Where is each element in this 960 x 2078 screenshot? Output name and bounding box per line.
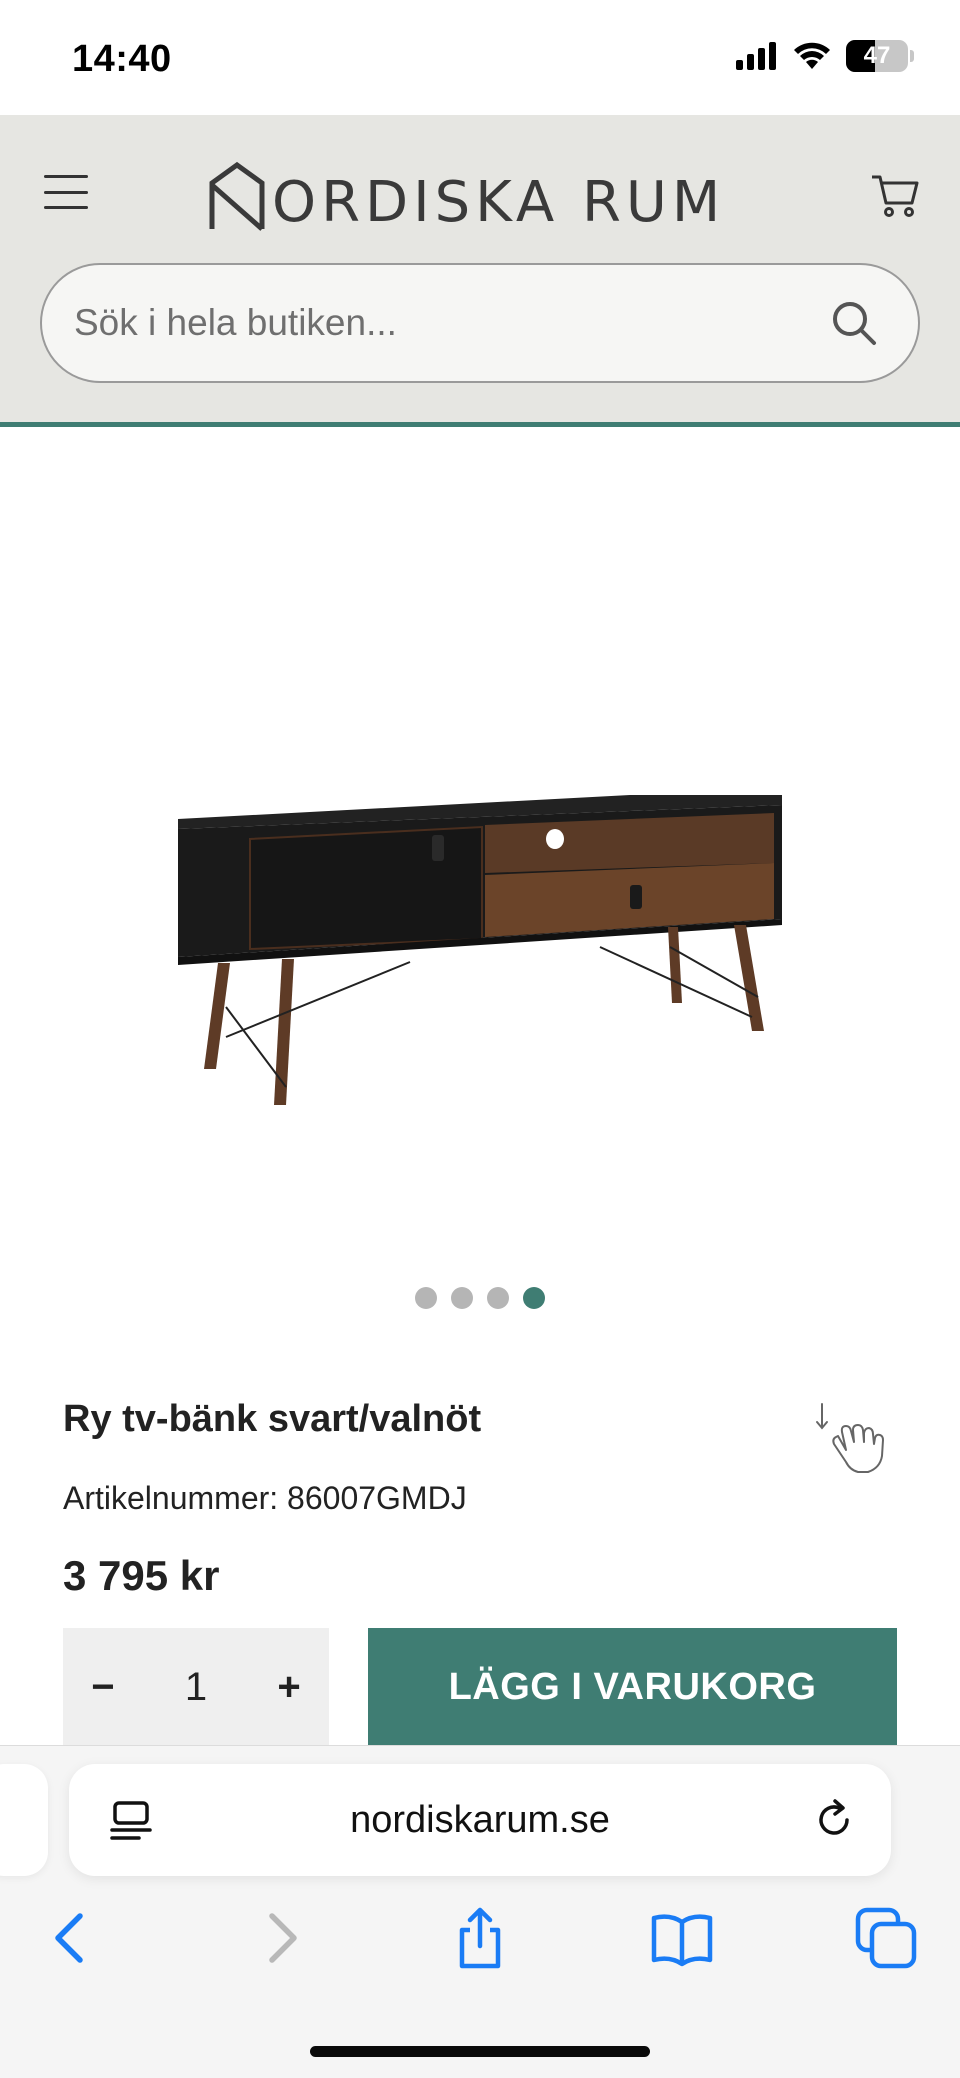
browser-toolbar — [0, 1906, 960, 2006]
logo-house-n-icon — [209, 161, 265, 231]
sku-row: Artikelnummer: 86007GMDJ — [63, 1480, 467, 1517]
gallery-dot-2[interactable] — [451, 1287, 473, 1309]
forward-icon[interactable] — [248, 1906, 312, 1970]
search-input[interactable] — [74, 302, 814, 344]
status-icons: 47 — [736, 40, 914, 72]
reader-icon[interactable] — [109, 1800, 153, 1842]
url-text: nordiskarum.se — [350, 1798, 610, 1841]
quantity-stepper: − + — [63, 1628, 329, 1746]
gallery-dot-1[interactable] — [415, 1287, 437, 1309]
bookmarks-icon[interactable] — [650, 1906, 714, 1970]
sku-label: Artikelnummer: — [63, 1480, 279, 1516]
signal-icon — [736, 42, 776, 70]
gallery-dot-4[interactable] — [523, 1287, 545, 1309]
sku-value: 86007GMDJ — [287, 1480, 467, 1516]
previous-tab-preview[interactable] — [0, 1764, 48, 1876]
site-header: ORDISKA RUM — [0, 115, 960, 427]
logo-text: ORDISKA RUM — [272, 170, 726, 235]
status-bar: 14:40 47 — [0, 0, 960, 115]
gallery-dot-3[interactable] — [487, 1287, 509, 1309]
address-bar[interactable]: nordiskarum.se — [69, 1764, 891, 1876]
tabs-icon[interactable] — [854, 1906, 918, 1970]
quantity-increase-button[interactable]: + — [269, 1665, 309, 1710]
back-icon[interactable] — [40, 1906, 104, 1970]
hand-swipe-icon — [816, 1403, 884, 1473]
product-title: Ry tv-bänk svart/valnöt — [63, 1398, 482, 1440]
share-icon[interactable] — [448, 1906, 512, 1970]
menu-icon[interactable] — [44, 175, 88, 209]
add-to-cart-button[interactable]: LÄGG I VARUKORG — [368, 1628, 897, 1746]
battery-level: 47 — [863, 42, 891, 69]
product-price: 3 795 kr — [63, 1552, 220, 1599]
site-logo[interactable]: ORDISKA RUM — [206, 153, 754, 233]
wifi-icon — [794, 42, 830, 69]
cart-icon[interactable] — [870, 171, 920, 219]
quantity-decrease-button[interactable]: − — [83, 1665, 123, 1710]
browser-bottom-bar: nordiskarum.se — [0, 1745, 960, 2078]
reload-icon[interactable] — [813, 1798, 857, 1842]
product-gallery[interactable] — [0, 432, 960, 1309]
gallery-dots — [0, 1287, 960, 1309]
quantity-input[interactable] — [166, 1664, 226, 1710]
home-indicator — [310, 2046, 650, 2057]
search-box — [40, 263, 920, 383]
search-icon[interactable] — [830, 299, 878, 347]
status-time: 14:40 — [72, 38, 172, 80]
product-image[interactable] — [160, 787, 800, 1127]
battery-indicator: 47 — [846, 40, 908, 72]
